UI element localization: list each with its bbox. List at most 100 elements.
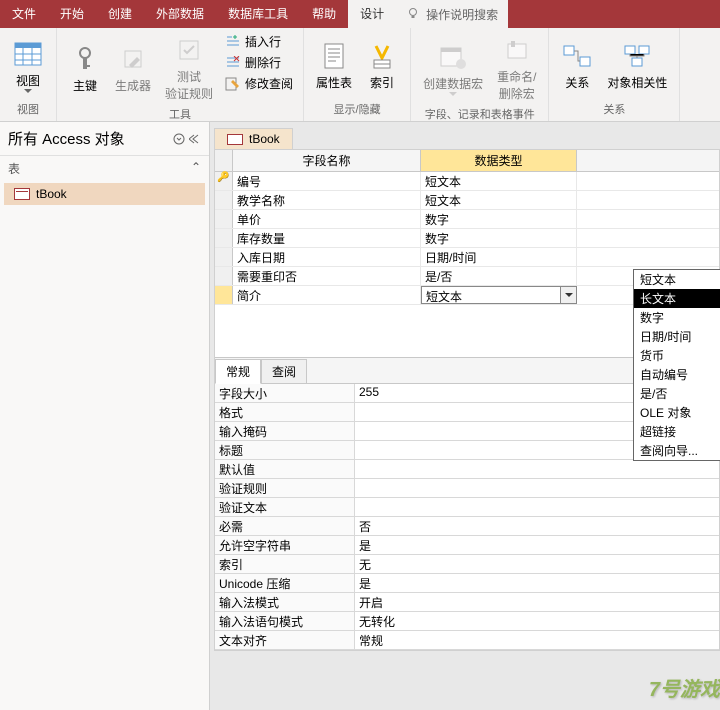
fieldname-cell[interactable]: 单价	[233, 210, 421, 228]
property-row[interactable]: 文本对齐常规	[215, 631, 719, 650]
datatype-cell[interactable]: 短文本	[421, 286, 577, 304]
property-row[interactable]: Unicode 压缩是	[215, 574, 719, 593]
prop-value[interactable]: 是	[355, 536, 719, 554]
field-row[interactable]: 单价数字	[215, 210, 719, 229]
watermark: 7号游戏	[649, 673, 720, 702]
propsheet-button[interactable]: 属性表	[310, 32, 358, 99]
row-selector[interactable]: 🔑	[215, 172, 233, 190]
group-events-label[interactable]: 字段、记录和表格事件	[417, 104, 542, 124]
dropdown-option[interactable]: 是/否	[634, 384, 720, 403]
prop-value[interactable]: 无转化	[355, 612, 719, 630]
datamacro-button: 创建数据宏	[417, 32, 489, 104]
prop-value[interactable]: 常规	[355, 631, 719, 649]
search-dropdown-icon[interactable]	[173, 133, 185, 145]
datatype-cell[interactable]: 日期/时间	[421, 248, 577, 266]
datatype-cell[interactable]: 短文本	[421, 191, 577, 209]
document-tab[interactable]: tBook	[214, 128, 293, 149]
field-row[interactable]: 入库日期日期/时间	[215, 248, 719, 267]
prop-value[interactable]	[355, 479, 719, 497]
property-row[interactable]: 索引无	[215, 555, 719, 574]
fieldname-cell[interactable]: 入库日期	[233, 248, 421, 266]
view-button[interactable]: 视图	[6, 32, 50, 99]
property-sheet-icon	[318, 40, 350, 72]
field-row[interactable]: 教学名称短文本	[215, 191, 719, 210]
property-row[interactable]: 输入法模式开启	[215, 593, 719, 612]
group-tools-label[interactable]: 工具	[63, 104, 297, 124]
property-row[interactable]: 验证文本	[215, 498, 719, 517]
objdeps-button[interactable]: 对象相关性	[601, 32, 673, 99]
collapse-nav-icon[interactable]	[189, 133, 201, 145]
relations-button[interactable]: 关系	[555, 32, 599, 99]
prop-key: 格式	[215, 403, 355, 421]
nav-section-tables[interactable]: 表 ⌃	[0, 156, 209, 181]
table-icon	[14, 188, 30, 200]
property-row[interactable]: 验证规则	[215, 479, 719, 498]
prop-value[interactable]: 是	[355, 574, 719, 592]
dropdown-option[interactable]: OLE 对象	[634, 403, 720, 422]
proptab-lookup[interactable]: 查阅	[261, 359, 307, 384]
dropdown-option[interactable]: 数字	[634, 308, 720, 327]
proptab-general[interactable]: 常规	[215, 359, 261, 384]
field-row[interactable]: 🔑编号短文本	[215, 172, 719, 191]
col-fieldname[interactable]: 字段名称	[233, 150, 421, 171]
prop-value[interactable]: 开启	[355, 593, 719, 611]
index-button[interactable]: 索引	[360, 32, 404, 99]
prop-value[interactable]	[355, 498, 719, 516]
dropdown-option[interactable]: 日期/时间	[634, 327, 720, 346]
row-selector[interactable]	[215, 267, 233, 285]
datatype-cell[interactable]: 数字	[421, 229, 577, 247]
nav-item-tbook[interactable]: tBook	[4, 183, 205, 205]
property-row[interactable]: 必需否	[215, 517, 719, 536]
field-row[interactable]: 库存数量数字	[215, 229, 719, 248]
prop-value[interactable]: 否	[355, 517, 719, 535]
delete-row-icon	[225, 55, 241, 71]
property-row[interactable]: 输入法语句模式无转化	[215, 612, 719, 631]
dropdown-option[interactable]: 短文本	[634, 270, 720, 289]
dropdown-option[interactable]: 自动编号	[634, 365, 720, 384]
dropdown-option[interactable]: 长文本	[634, 289, 720, 308]
row-selector[interactable]	[215, 210, 233, 228]
tab-home[interactable]: 开始	[48, 0, 96, 28]
deleterow-button[interactable]: 删除行	[221, 53, 297, 72]
tab-dbtools[interactable]: 数据库工具	[216, 0, 300, 28]
prop-value[interactable]	[355, 460, 719, 478]
group-showhide-label[interactable]: 显示/隐藏	[310, 99, 404, 119]
datatype-cell[interactable]: 数字	[421, 210, 577, 228]
selectall-cell[interactable]	[215, 150, 233, 171]
fieldname-cell[interactable]: 库存数量	[233, 229, 421, 247]
property-row[interactable]: 默认值	[215, 460, 719, 479]
row-selector[interactable]	[215, 229, 233, 247]
row-selector[interactable]	[215, 191, 233, 209]
datatype-cell[interactable]: 是/否	[421, 267, 577, 285]
prop-value[interactable]: 无	[355, 555, 719, 573]
datatype-cell[interactable]: 短文本	[421, 172, 577, 190]
dropdown-button[interactable]	[560, 287, 576, 303]
dropdown-option[interactable]: 货币	[634, 346, 720, 365]
dropdown-option[interactable]: 查阅向导...	[634, 441, 720, 460]
datasheet-icon	[12, 38, 44, 70]
property-row[interactable]: 允许空字符串是	[215, 536, 719, 555]
group-rel-label[interactable]: 关系	[555, 99, 673, 119]
dropdown-option[interactable]: 超链接	[634, 422, 720, 441]
index-icon	[366, 40, 398, 72]
tab-label: tBook	[249, 132, 280, 146]
group-view-label[interactable]: 视图	[6, 99, 50, 119]
fieldname-cell[interactable]: 简介	[233, 286, 421, 304]
fieldname-cell[interactable]: 编号	[233, 172, 421, 190]
col-datatype[interactable]: 数据类型	[421, 150, 577, 171]
tab-file[interactable]: 文件	[0, 0, 48, 28]
tab-create[interactable]: 创建	[96, 0, 144, 28]
primarykey-button[interactable]: 主键	[63, 32, 107, 104]
modifylookup-button[interactable]: 修改查阅	[221, 74, 297, 93]
row-selector[interactable]	[215, 248, 233, 266]
prop-key: 验证文本	[215, 498, 355, 516]
tab-design[interactable]: 设计	[348, 0, 396, 28]
datatype-dropdown: 短文本长文本数字日期/时间货币自动编号是/否OLE 对象超链接查阅向导...	[633, 269, 720, 461]
insertrow-button[interactable]: 插入行	[221, 32, 297, 51]
fieldname-cell[interactable]: 需要重印否	[233, 267, 421, 285]
tellme-search[interactable]: 操作说明搜索	[396, 0, 508, 28]
tab-external[interactable]: 外部数据	[144, 0, 216, 28]
tab-help[interactable]: 帮助	[300, 0, 348, 28]
row-selector[interactable]	[215, 286, 233, 304]
fieldname-cell[interactable]: 教学名称	[233, 191, 421, 209]
